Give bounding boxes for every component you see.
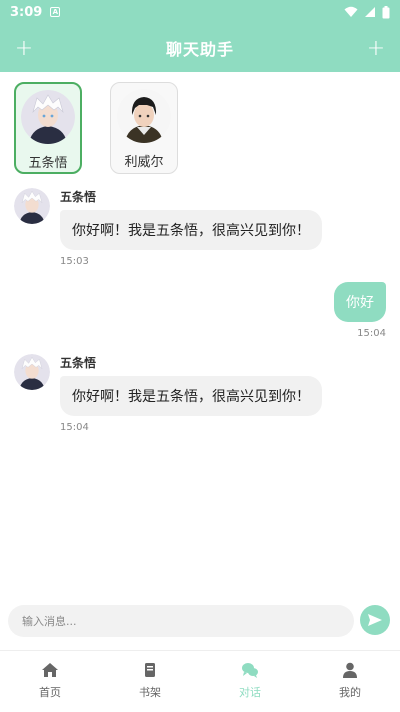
message-time: 15:04: [60, 422, 89, 433]
send-icon: [368, 614, 382, 626]
bottom-nav: 首页 书架 对话 我的: [0, 650, 400, 712]
status-bar: 3:09 A: [0, 0, 400, 24]
message-bubble: 你好: [334, 282, 386, 322]
levi-avatar: [117, 89, 171, 143]
nav-label: 我的: [339, 686, 361, 699]
character-card-levi[interactable]: 利威尔: [110, 82, 178, 174]
chat-message: 五条悟 你好啊！我是五条悟，很高兴见到你！ 15:04: [14, 354, 344, 444]
avatar: [14, 188, 50, 224]
character-name: 五条悟: [28, 156, 68, 171]
page-title: 聊天助手: [165, 40, 234, 59]
avatar: [14, 354, 50, 390]
nav-label: 对话: [239, 686, 261, 699]
send-button[interactable]: [360, 605, 390, 635]
app-header: + 聊天助手 +: [0, 24, 400, 72]
wifi-icon: [344, 6, 358, 17]
book-icon: [145, 663, 155, 677]
character-selector: 五条悟 利威尔: [0, 72, 400, 182]
notification-icon: A: [50, 7, 61, 17]
character-name: 利威尔: [124, 155, 164, 170]
message-sender: 五条悟: [60, 356, 97, 370]
gojo-avatar: [21, 90, 75, 144]
nav-item-bookshelf[interactable]: 书架: [100, 651, 200, 712]
add-left-button[interactable]: +: [10, 34, 38, 62]
signal-icon: [365, 7, 375, 17]
message-input[interactable]: [8, 605, 354, 637]
nav-label: 书架: [139, 686, 161, 699]
message-bubble: 你好啊！我是五条悟，很高兴见到你！: [60, 210, 322, 250]
nav-label: 首页: [39, 686, 61, 699]
battery-icon: [382, 5, 390, 18]
person-icon: [343, 662, 357, 678]
character-card-gojo[interactable]: 五条悟: [14, 82, 82, 174]
chat-message: 五条悟 你好啊！我是五条悟，很高兴见到你！ 15:03: [14, 188, 344, 278]
nav-item-profile[interactable]: 我的: [300, 651, 400, 712]
chat-icon: [242, 663, 258, 678]
message-time: 15:03: [60, 256, 89, 267]
message-input-bar: [0, 596, 400, 646]
message-bubble: 你好啊！我是五条悟，很高兴见到你！: [60, 376, 322, 416]
message-time: 15:04: [357, 328, 386, 339]
home-icon: [42, 663, 58, 677]
nav-item-chat[interactable]: 对话: [200, 651, 300, 712]
add-right-button[interactable]: +: [362, 34, 390, 62]
message-sender: 五条悟: [60, 190, 97, 204]
nav-item-home[interactable]: 首页: [0, 651, 100, 712]
status-time: 3:09: [10, 4, 43, 20]
chat-area[interactable]: 五条悟 你好啊！我是五条悟，很高兴见到你！ 15:03 你好 15:04 五条悟…: [0, 182, 400, 592]
chat-message: 你好 15:04: [334, 282, 386, 339]
